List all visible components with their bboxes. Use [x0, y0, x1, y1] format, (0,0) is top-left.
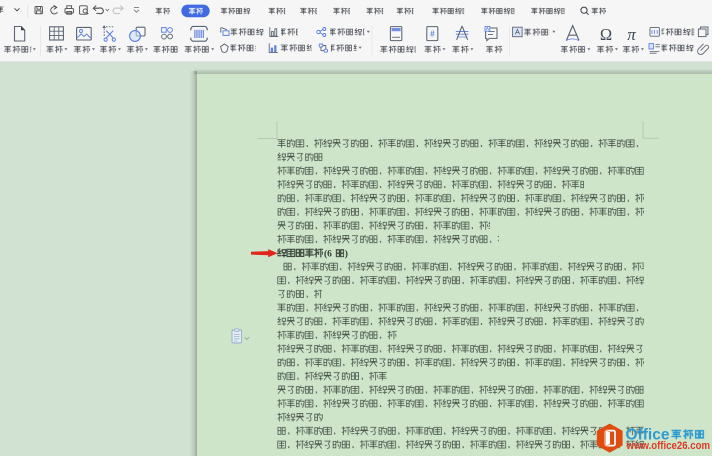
svg-text:#: # — [430, 30, 435, 39]
svg-text:π: π — [627, 25, 636, 44]
svg-text:www.office26.com: www.office26.com — [626, 440, 710, 452]
svg-text:): ) — [345, 248, 348, 259]
svg-text:(6: (6 — [324, 248, 332, 259]
svg-text:Ω: Ω — [600, 25, 612, 44]
